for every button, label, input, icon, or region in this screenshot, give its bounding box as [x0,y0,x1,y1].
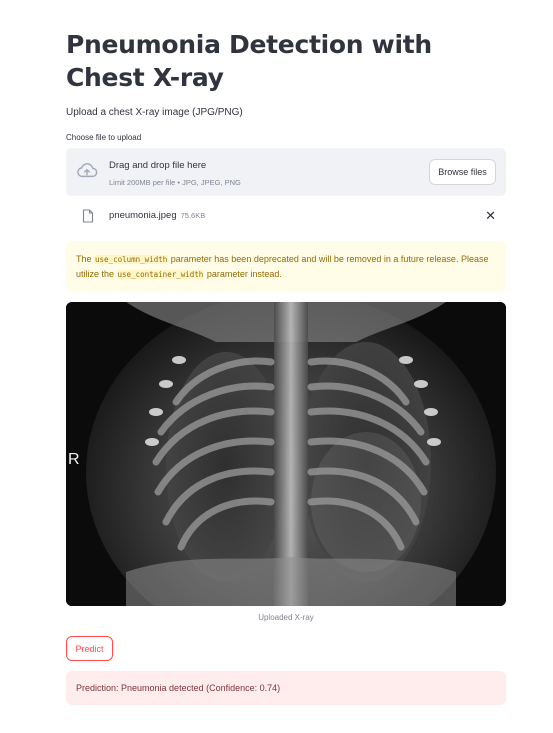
file-icon [82,209,94,223]
warning-code-1: use_column_width [94,255,169,264]
browse-files-button[interactable]: Browse files [429,159,496,185]
deprecation-warning: The use_column_width parameter has been … [66,241,506,292]
page-title: Pneumonia Detection with Chest X-ray [66,30,432,92]
close-icon[interactable]: ✕ [485,209,496,223]
warning-text-3: parameter instead. [204,269,282,279]
uploaded-file-name: pneumonia.jpeg 75.6KB [109,210,205,221]
uploaded-file-row: pneumonia.jpeg 75.6KB ✕ [66,205,506,227]
image-caption: Uploaded X-ray [258,613,314,622]
cloud-upload-icon [77,163,98,178]
warning-text-1: The [76,254,95,264]
prediction-result: Prediction: Pneumonia detected (Confiden… [66,671,506,705]
file-dropzone[interactable]: Drag and drop file here Limit 200MB per … [66,148,506,196]
xray-r-marker: R [68,451,80,468]
predict-button[interactable]: Predict [66,636,113,661]
warning-code-2: use_container_width [116,270,205,279]
dropzone-title: Drag and drop file here [109,160,207,171]
uploader-label: Choose file to upload [66,133,142,142]
xray-image: R [66,302,506,606]
file-size: 75.6KB [180,211,206,220]
dropzone-limit: Limit 200MB per file • JPG, JPEG, PNG [109,178,241,187]
file-name-text: pneumonia.jpeg [109,210,177,221]
page-subtitle: Upload a chest X-ray image (JPG/PNG) [66,107,243,118]
